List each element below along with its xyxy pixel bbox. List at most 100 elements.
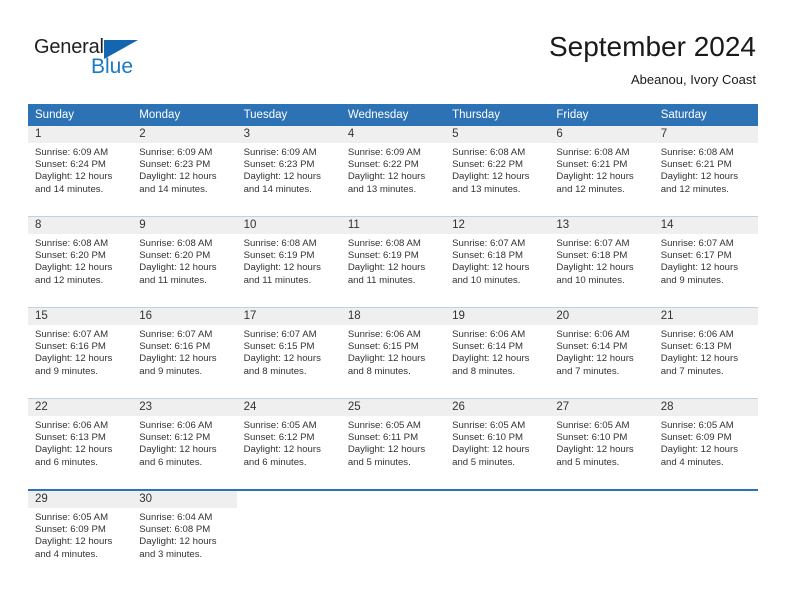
day-details: Sunrise: 6:07 AM Sunset: 6:18 PM Daylight:…	[549, 234, 653, 287]
day-number: 6	[549, 126, 654, 143]
day-details: Sunrise: 6:08 AM Sunset: 6:19 PM Daylight:…	[341, 234, 445, 287]
page-subtitle: Abeanou, Ivory Coast	[630, 72, 756, 87]
day-cell-content: 6 Sunrise: 6:08 AM Sunset: 6:21 PM Daylight…	[549, 126, 654, 216]
calendar-day-cell[interactable]: 27 Sunrise: 6:05 AM Sunset: 6:10 PM Dayligh…	[549, 398, 654, 490]
day-number	[549, 491, 653, 508]
day-details: Sunrise: 6:09 AM Sunset: 6:23 PM Daylight:…	[132, 143, 236, 196]
daylight-text-line2: and 14 minutes.	[35, 183, 104, 195]
day-number: 27	[549, 399, 654, 416]
calendar-day-cell[interactable]: 29 Sunrise: 6:05 AM Sunset: 6:09 PM Dayligh…	[28, 489, 133, 581]
day-cell-content: 25 Sunrise: 6:05 AM Sunset: 6:11 PM Dayligh…	[340, 399, 446, 489]
calendar-day-cell[interactable]: 2 Sunrise: 6:09 AM Sunset: 6:23 PM Daylight…	[132, 126, 237, 217]
daylight-text-line2: and 8 minutes.	[452, 365, 516, 377]
sunrise-text: Sunrise: 6:06 AM	[35, 420, 109, 431]
calendar-day-cell[interactable]: 6 Sunrise: 6:08 AM Sunset: 6:21 PM Daylight…	[549, 126, 654, 217]
sunrise-text: Sunrise: 6:05 AM	[556, 420, 630, 431]
calendar-day-cell[interactable]: 30 Sunrise: 6:04 AM Sunset: 6:08 PM Dayligh…	[132, 489, 237, 581]
weekday-header-tuesday: Tuesday	[236, 104, 341, 126]
sunrise-text: Sunrise: 6:08 AM	[139, 238, 213, 249]
day-cell-content: 12 Sunrise: 6:07 AM Sunset: 6:18 PM Dayligh…	[445, 217, 550, 307]
calendar-day-cell[interactable]: 24 Sunrise: 6:05 AM Sunset: 6:12 PM Dayligh…	[236, 398, 341, 490]
calendar-day-cell[interactable]: 15 Sunrise: 6:07 AM Sunset: 6:16 PM Dayligh…	[28, 307, 133, 399]
daylight-text-line1: Daylight: 12 hours	[660, 353, 739, 365]
calendar-day-cell	[340, 489, 446, 581]
calendar-day-cell[interactable]: 28 Sunrise: 6:05 AM Sunset: 6:09 PM Dayligh…	[653, 398, 758, 490]
day-number	[237, 491, 341, 508]
day-cell-content: 2 Sunrise: 6:09 AM Sunset: 6:23 PM Daylight…	[132, 126, 237, 216]
calendar-day-cell	[549, 489, 654, 581]
calendar-day-cell[interactable]: 25 Sunrise: 6:05 AM Sunset: 6:11 PM Dayligh…	[340, 398, 446, 490]
general-blue-logo[interactable]: General Blue	[34, 36, 154, 82]
daylight-text-line1: Daylight: 12 hours	[35, 444, 113, 456]
day-details: Sunrise: 6:07 AM Sunset: 6:18 PM Daylight:…	[445, 234, 549, 287]
day-number	[445, 491, 549, 508]
sunset-text: Sunset: 6:15 PM	[347, 341, 419, 353]
calendar-day-cell[interactable]: 20 Sunrise: 6:06 AM Sunset: 6:14 PM Dayligh…	[549, 307, 654, 399]
sunset-text: Sunset: 6:10 PM	[556, 432, 628, 444]
sunset-text: Sunset: 6:12 PM	[243, 432, 315, 444]
sunset-text: Sunset: 6:19 PM	[347, 250, 419, 262]
sunrise-text: Sunrise: 6:09 AM	[347, 147, 421, 158]
day-details: Sunrise: 6:04 AM Sunset: 6:08 PM Daylight:…	[132, 508, 236, 561]
sunrise-text: Sunrise: 6:09 AM	[243, 147, 317, 158]
calendar-day-cell[interactable]: 21 Sunrise: 6:06 AM Sunset: 6:13 PM Dayligh…	[653, 307, 758, 399]
calendar-day-cell[interactable]: 14 Sunrise: 6:07 AM Sunset: 6:17 PM Dayligh…	[653, 216, 758, 308]
sunset-text: Sunset: 6:18 PM	[452, 250, 524, 262]
calendar-day-cell[interactable]: 19 Sunrise: 6:06 AM Sunset: 6:14 PM Dayligh…	[445, 307, 550, 399]
day-cell-content: 14 Sunrise: 6:07 AM Sunset: 6:17 PM Dayligh…	[653, 217, 758, 307]
day-details: Sunrise: 6:05 AM Sunset: 6:10 PM Daylight:…	[549, 416, 653, 469]
calendar-day-cell[interactable]: 23 Sunrise: 6:06 AM Sunset: 6:12 PM Dayligh…	[132, 398, 237, 490]
day-number: 8	[28, 217, 133, 234]
daylight-text-line2: and 9 minutes.	[660, 274, 724, 286]
sunrise-text: Sunrise: 6:07 AM	[139, 329, 213, 340]
daylight-text-line1: Daylight: 12 hours	[660, 262, 739, 274]
day-number: 13	[549, 217, 654, 234]
daylight-text-line2: and 6 minutes.	[243, 456, 307, 468]
calendar-day-cell[interactable]: 8 Sunrise: 6:08 AM Sunset: 6:20 PM Daylight…	[28, 216, 133, 308]
daylight-text-line1: Daylight: 12 hours	[243, 171, 321, 183]
calendar-day-cell[interactable]: 18 Sunrise: 6:06 AM Sunset: 6:15 PM Dayligh…	[340, 307, 446, 399]
calendar-day-cell[interactable]: 7 Sunrise: 6:08 AM Sunset: 6:21 PM Daylight…	[653, 126, 758, 217]
day-details: Sunrise: 6:05 AM Sunset: 6:10 PM Daylight:…	[445, 416, 549, 469]
logo-text-blue: Blue	[91, 55, 134, 78]
calendar-day-cell[interactable]: 17 Sunrise: 6:07 AM Sunset: 6:15 PM Dayligh…	[236, 307, 341, 399]
day-details: Sunrise: 6:07 AM Sunset: 6:16 PM Daylight:…	[132, 325, 236, 378]
sunset-text: Sunset: 6:14 PM	[452, 341, 524, 353]
day-cell-content: 11 Sunrise: 6:08 AM Sunset: 6:19 PM Dayligh…	[340, 217, 446, 307]
calendar-day-cell[interactable]: 26 Sunrise: 6:05 AM Sunset: 6:10 PM Dayligh…	[445, 398, 550, 490]
calendar-day-cell[interactable]: 5 Sunrise: 6:08 AM Sunset: 6:22 PM Daylight…	[445, 126, 550, 217]
day-details	[549, 508, 653, 512]
calendar-header-row: Sunday Monday Tuesday Wednesday Thursday…	[28, 104, 758, 126]
daylight-text-line2: and 13 minutes.	[452, 183, 521, 195]
day-details: Sunrise: 6:07 AM Sunset: 6:17 PM Daylight:…	[654, 234, 758, 287]
sunrise-text: Sunrise: 6:07 AM	[35, 329, 109, 340]
daylight-text-line1: Daylight: 12 hours	[452, 353, 530, 365]
calendar-day-cell[interactable]: 16 Sunrise: 6:07 AM Sunset: 6:16 PM Dayligh…	[132, 307, 237, 399]
calendar-day-cell[interactable]: 11 Sunrise: 6:08 AM Sunset: 6:19 PM Dayligh…	[340, 216, 446, 308]
day-details	[445, 508, 549, 512]
day-cell-content: 16 Sunrise: 6:07 AM Sunset: 6:16 PM Dayligh…	[132, 308, 237, 398]
calendar-day-cell[interactable]: 12 Sunrise: 6:07 AM Sunset: 6:18 PM Dayligh…	[445, 216, 550, 308]
weekday-header-thursday: Thursday	[445, 104, 550, 126]
day-cell-content: 17 Sunrise: 6:07 AM Sunset: 6:15 PM Dayligh…	[236, 308, 341, 398]
calendar-day-cell[interactable]: 10 Sunrise: 6:08 AM Sunset: 6:19 PM Dayligh…	[236, 216, 341, 308]
day-details: Sunrise: 6:09 AM Sunset: 6:22 PM Daylight:…	[341, 143, 445, 196]
day-cell-content: 21 Sunrise: 6:06 AM Sunset: 6:13 PM Dayligh…	[653, 308, 758, 398]
daylight-text-line1: Daylight: 12 hours	[35, 536, 113, 548]
sunset-text: Sunset: 6:12 PM	[139, 432, 211, 444]
sunset-text: Sunset: 6:22 PM	[347, 159, 419, 171]
calendar-day-cell[interactable]: 13 Sunrise: 6:07 AM Sunset: 6:18 PM Dayligh…	[549, 216, 654, 308]
calendar-day-cell[interactable]: 1 Sunrise: 6:09 AM Sunset: 6:24 PM Daylight…	[28, 126, 133, 217]
calendar-day-cell[interactable]: 22 Sunrise: 6:06 AM Sunset: 6:13 PM Dayligh…	[28, 398, 133, 490]
calendar-day-cell[interactable]: 4 Sunrise: 6:09 AM Sunset: 6:22 PM Daylight…	[340, 126, 446, 217]
daylight-text-line2: and 5 minutes.	[347, 456, 411, 468]
day-details	[237, 508, 341, 512]
calendar-day-cell[interactable]: 3 Sunrise: 6:09 AM Sunset: 6:23 PM Daylight…	[236, 126, 341, 217]
sunrise-text: Sunrise: 6:04 AM	[139, 512, 213, 523]
calendar-day-cell	[653, 489, 758, 581]
day-number: 5	[445, 126, 550, 143]
calendar-day-cell[interactable]: 9 Sunrise: 6:08 AM Sunset: 6:20 PM Daylight…	[132, 216, 237, 308]
day-cell-content: 23 Sunrise: 6:06 AM Sunset: 6:12 PM Dayligh…	[132, 399, 237, 489]
daylight-text-line1: Daylight: 12 hours	[347, 353, 426, 365]
calendar-week-row: 15 Sunrise: 6:07 AM Sunset: 6:16 PM Dayligh…	[28, 307, 758, 399]
